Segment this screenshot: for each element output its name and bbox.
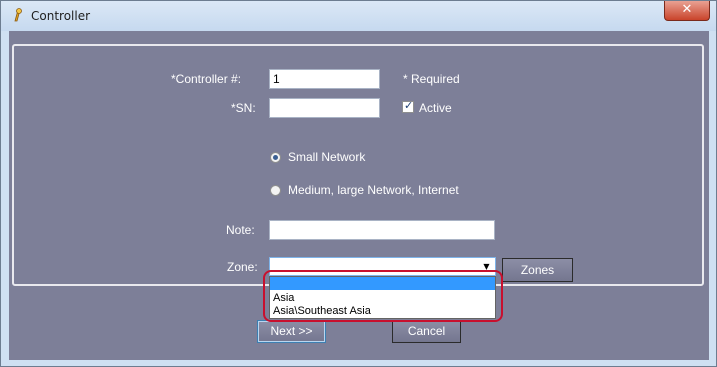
sn-input[interactable] [269, 98, 380, 118]
app-icon [14, 8, 22, 22]
title-bar[interactable]: Controller ✕ [1, 1, 716, 31]
cancel-button[interactable]: Cancel [392, 320, 461, 343]
next-button[interactable]: Next >> [257, 320, 326, 343]
checkmark-icon: ✓ [404, 99, 414, 112]
note-label: Note: [226, 223, 255, 237]
controller-number-label: *Controller #: [171, 72, 242, 86]
controller-number-input[interactable]: 1 [269, 69, 380, 89]
large-network-label: Medium, large Network, Internet [288, 183, 459, 197]
small-network-label: Small Network [288, 150, 366, 164]
large-network-radio[interactable] [270, 185, 281, 196]
active-checkbox[interactable]: ✓ [402, 99, 414, 113]
dropdown-highlight-annotation [263, 270, 503, 322]
note-input[interactable] [269, 220, 495, 240]
close-icon: ✕ [681, 2, 693, 17]
controller-window: Controller ✕ *Controller #: 1 * Required… [0, 0, 717, 367]
dialog-body: *Controller #: 1 * Required *SN: ✓ Activ… [9, 31, 709, 360]
active-label: Active [419, 101, 452, 115]
radio-selected-dot [273, 155, 278, 160]
small-network-radio[interactable] [270, 152, 281, 163]
zone-label: Zone: [227, 260, 258, 274]
required-note: * Required [403, 72, 460, 86]
close-button[interactable]: ✕ [664, 1, 710, 21]
zones-button[interactable]: Zones [502, 258, 573, 282]
window-title: Controller [31, 9, 91, 23]
sn-label: *SN: [231, 101, 256, 115]
